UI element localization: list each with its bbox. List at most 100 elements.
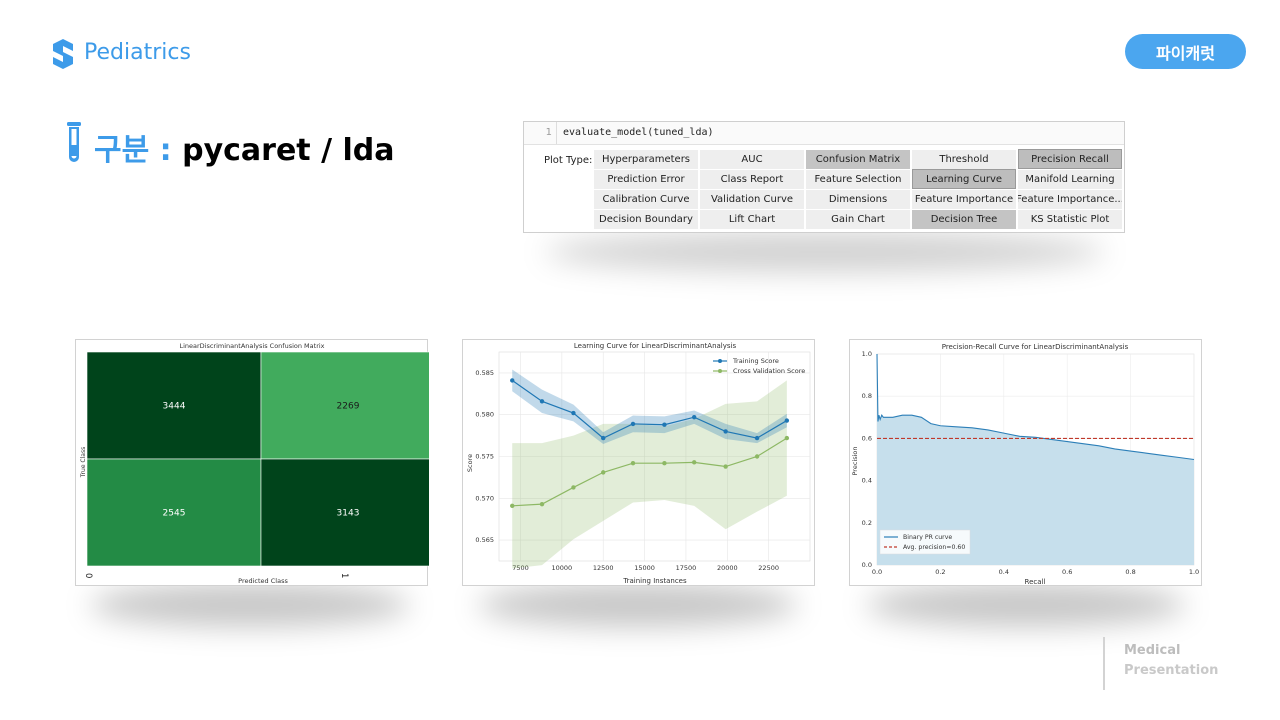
confusion-matrix-chart: LinearDiscriminantAnalysis Confusion Mat… bbox=[75, 339, 429, 586]
pr-x-tick: 0.4 bbox=[999, 568, 1009, 576]
lc-train-point bbox=[723, 429, 728, 434]
plot-button-lift-chart[interactable]: Lift Chart bbox=[700, 210, 804, 229]
plot-button-confusion-matrix[interactable]: Confusion Matrix bbox=[806, 150, 910, 169]
plot-type-label: Plot Type: bbox=[544, 155, 593, 166]
plot-button-hyperparameters[interactable]: Hyperparameters bbox=[594, 150, 698, 169]
plot-button-manifold-learning[interactable]: Manifold Learning bbox=[1018, 170, 1122, 189]
footer-line-1: Medical bbox=[1124, 643, 1181, 658]
lc-cv-point bbox=[692, 460, 697, 465]
plot-button-feature-importance[interactable]: Feature Importance bbox=[912, 190, 1016, 209]
pr-legend-label: Binary PR curve bbox=[903, 534, 952, 541]
precision-recall-chart: Precision-Recall Curve for LinearDiscrim… bbox=[849, 339, 1202, 586]
pr-x-tick: 0.0 bbox=[872, 568, 882, 576]
lc-xlabel: Training Instances bbox=[622, 577, 687, 585]
lc-x-tick: 15000 bbox=[634, 564, 655, 572]
lc-cv-point bbox=[510, 503, 515, 509]
lc-y-tick: 0.580 bbox=[475, 411, 494, 419]
cm-x-tick: 1 bbox=[339, 573, 349, 578]
pr-ylabel: Precision bbox=[851, 446, 859, 475]
notebook-cell: 1 evaluate_model(tuned_lda) Plot Type: H… bbox=[523, 121, 1125, 233]
precision-recall-svg: Precision-Recall Curve for LinearDiscrim… bbox=[851, 343, 1199, 586]
plot-button-threshold[interactable]: Threshold bbox=[912, 150, 1016, 169]
plot-button-precision-recall[interactable]: Precision Recall bbox=[1018, 149, 1122, 169]
cm-cell-value: 3143 bbox=[337, 509, 360, 519]
pr-y-tick: 0.0 bbox=[862, 561, 872, 569]
plot-button-ks-statistic-plot[interactable]: KS Statistic Plot bbox=[1018, 210, 1122, 229]
lc-legend-marker bbox=[718, 359, 722, 363]
lc-y-tick: 0.575 bbox=[475, 453, 494, 461]
plot-button-learning-curve[interactable]: Learning Curve bbox=[912, 169, 1016, 189]
plot-button-calibration-curve[interactable]: Calibration Curve bbox=[594, 190, 698, 209]
lc-x-tick: 12500 bbox=[593, 564, 614, 572]
cm-xlabel: Predicted Class bbox=[238, 577, 288, 585]
cm-cell-value: 2545 bbox=[163, 509, 186, 519]
plot-button-auc[interactable]: AUC bbox=[700, 150, 804, 169]
code-line[interactable]: 1 evaluate_model(tuned_lda) bbox=[524, 122, 1124, 145]
chart-shadow bbox=[90, 583, 410, 627]
pr-x-tick: 0.2 bbox=[935, 568, 945, 576]
learning-curve-svg: Learning Curve for LinearDiscriminantAna… bbox=[466, 342, 811, 585]
plot-button-decision-boundary[interactable]: Decision Boundary bbox=[594, 210, 698, 229]
cm-cell-value: 2269 bbox=[337, 402, 360, 412]
lc-train-point bbox=[539, 399, 545, 404]
lc-train-point bbox=[571, 410, 576, 416]
lc-legend-label: Training Score bbox=[732, 357, 779, 365]
pr-x-tick: 0.6 bbox=[1062, 568, 1072, 576]
lc-ylabel: Score bbox=[466, 454, 474, 472]
lc-cv-point bbox=[630, 460, 636, 466]
confusion-matrix-svg: LinearDiscriminantAnalysis Confusion Mat… bbox=[80, 342, 429, 585]
lc-x-tick: 20000 bbox=[717, 564, 738, 572]
lc-train-point bbox=[784, 418, 790, 423]
lc-x-tick: 17500 bbox=[676, 564, 697, 572]
brand-name: Pediatrics bbox=[84, 40, 191, 65]
lc-title: Learning Curve for LinearDiscriminantAna… bbox=[574, 342, 737, 350]
cm-x-tick: 0 bbox=[83, 573, 93, 578]
section-title: 구분 : pycaret / lda bbox=[94, 125, 394, 169]
lc-legend-label: Cross Validation Score bbox=[733, 367, 805, 375]
lc-cv-point bbox=[601, 470, 606, 475]
lc-y-tick: 0.565 bbox=[475, 536, 494, 544]
lc-x-tick: 22500 bbox=[758, 564, 779, 572]
title-separator: : bbox=[149, 133, 183, 168]
plot-button-gain-chart[interactable]: Gain Chart bbox=[806, 210, 910, 229]
lc-y-tick: 0.570 bbox=[475, 494, 494, 502]
title-value: pycaret / lda bbox=[182, 133, 395, 168]
chart-shadow bbox=[478, 583, 798, 627]
lc-cv-point bbox=[662, 460, 667, 466]
brand-logo-icon bbox=[53, 39, 73, 69]
lc-train-point bbox=[510, 378, 515, 383]
plot-button-decision-tree[interactable]: Decision Tree bbox=[912, 210, 1016, 229]
lc-cv-point bbox=[754, 454, 760, 459]
pr-y-tick: 1.0 bbox=[862, 350, 872, 358]
pr-x-tick: 0.8 bbox=[1125, 568, 1135, 576]
plot-button-feature-selection[interactable]: Feature Selection bbox=[806, 170, 910, 189]
plot-button-dimensions[interactable]: Dimensions bbox=[806, 190, 910, 209]
lc-y-tick: 0.585 bbox=[475, 369, 494, 377]
pr-xlabel: Recall bbox=[1025, 578, 1046, 586]
pr-title: Precision-Recall Curve for LinearDiscrim… bbox=[942, 343, 1129, 351]
lc-cv-point bbox=[723, 464, 728, 469]
pycaret-badge: 파이캐럿 bbox=[1125, 34, 1246, 69]
plot-button-class-report[interactable]: Class Report bbox=[700, 170, 804, 189]
code-text[interactable]: evaluate_model(tuned_lda) bbox=[563, 122, 714, 144]
lc-train-point bbox=[601, 435, 606, 441]
lc-train-point bbox=[630, 421, 636, 427]
cm-title: LinearDiscriminantAnalysis Confusion Mat… bbox=[179, 342, 324, 350]
cm-cell-value: 3444 bbox=[163, 402, 186, 412]
title-keyword: 구분 bbox=[94, 133, 150, 168]
footer-divider bbox=[1103, 637, 1105, 690]
pr-y-tick: 0.6 bbox=[862, 434, 872, 442]
lc-train-point bbox=[754, 435, 760, 441]
plot-button-validation-curve[interactable]: Validation Curve bbox=[700, 190, 804, 209]
lc-x-tick: 10000 bbox=[552, 564, 573, 572]
lc-cv-point bbox=[784, 435, 790, 441]
lc-cv-point bbox=[571, 485, 576, 490]
lc-train-point bbox=[692, 415, 697, 420]
panel-shadow bbox=[545, 232, 1105, 272]
lc-cv-point bbox=[539, 501, 545, 507]
plot-button-feature-importance-all[interactable]: Feature Importance... bbox=[1018, 190, 1122, 209]
lc-train-point bbox=[662, 422, 667, 427]
plot-button-prediction-error[interactable]: Prediction Error bbox=[594, 170, 698, 189]
footer-line-2: Presentation bbox=[1124, 663, 1219, 678]
pr-y-tick: 0.8 bbox=[862, 392, 872, 400]
